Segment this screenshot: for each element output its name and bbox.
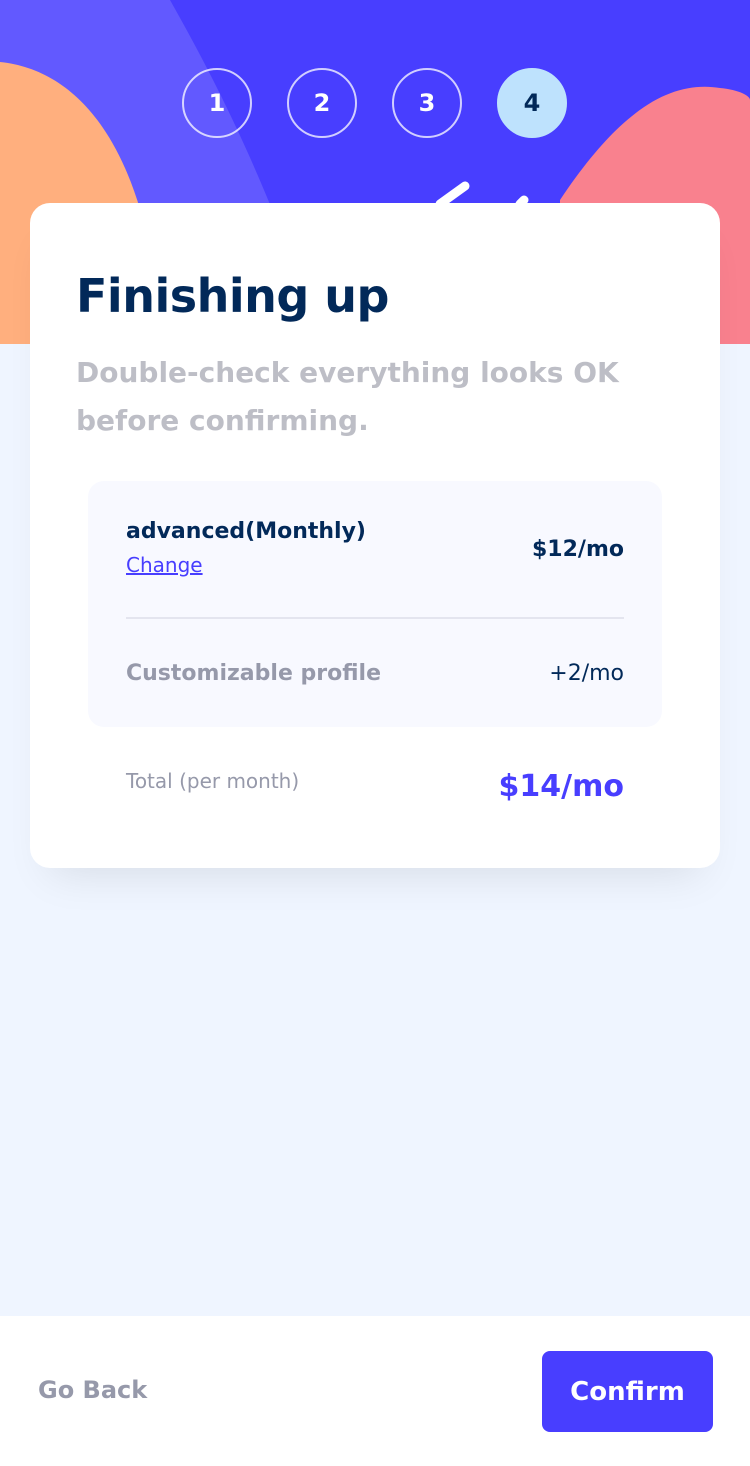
page-title: Finishing up — [76, 269, 389, 323]
total-label: Total (per month) — [126, 769, 300, 793]
step-4[interactable]: 4 — [497, 68, 567, 138]
page: 1 2 3 4 Finishing up Double-check everyt… — [0, 0, 750, 1466]
addon-price: +2/mo — [549, 661, 624, 686]
plan-price: $12/mo — [532, 537, 624, 562]
change-plan-link[interactable]: Change — [126, 553, 203, 577]
step-2[interactable]: 2 — [287, 68, 357, 138]
confirm-button[interactable]: Confirm — [542, 1351, 713, 1432]
summary-card: Finishing up Double-check everything loo… — [30, 203, 720, 868]
addon-name: Customizable profile — [126, 661, 381, 686]
order-summary: advanced(Monthly) Change $12/mo Customiz… — [88, 481, 662, 727]
go-back-button[interactable]: Go Back — [38, 1376, 147, 1404]
plan-name: advanced(Monthly) — [126, 519, 366, 544]
step-3[interactable]: 3 — [392, 68, 462, 138]
summary-divider — [126, 617, 624, 619]
page-subtitle: Double-check everything looks OK before … — [76, 356, 619, 437]
footer-bar: Go Back Confirm — [0, 1316, 750, 1466]
step-1[interactable]: 1 — [182, 68, 252, 138]
step-indicator: 1 2 3 4 — [182, 68, 567, 138]
total-price: $14/mo — [498, 769, 624, 804]
